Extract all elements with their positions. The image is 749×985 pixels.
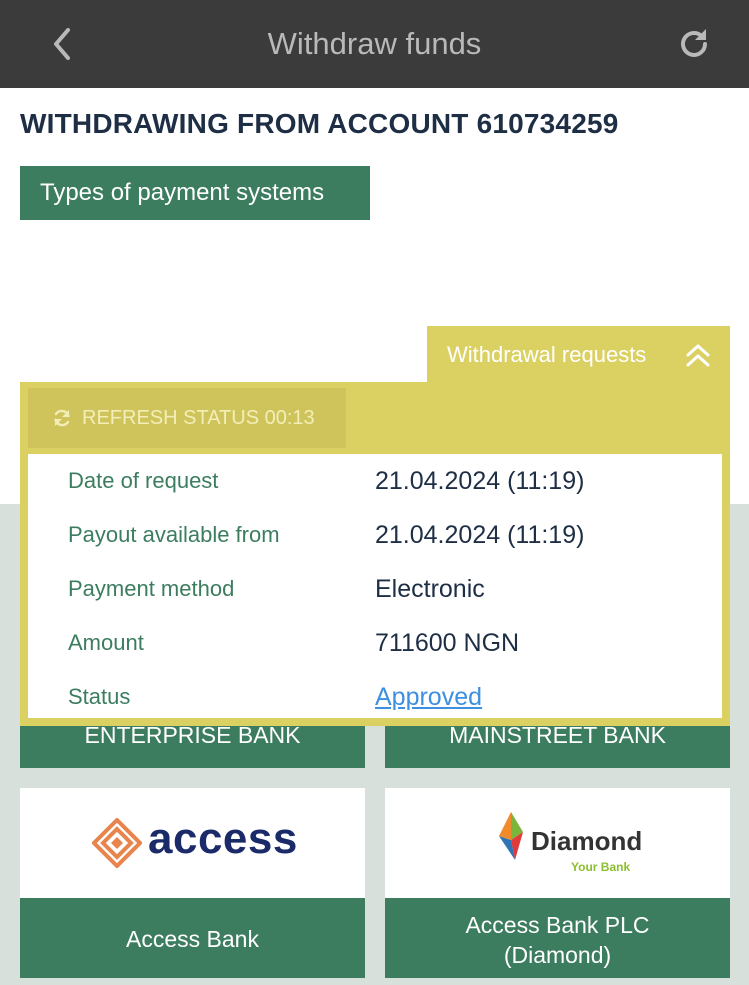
withdrawal-requests-panel: REFRESH STATUS 00:13 Date of request 21.…	[20, 382, 730, 726]
withdrawal-requests-label: Withdrawal requests	[447, 342, 647, 367]
detail-row-payout: Payout available from 21.04.2024 (11:19)	[28, 508, 722, 562]
detail-row-date: Date of request 21.04.2024 (11:19)	[28, 454, 722, 508]
detail-key: Payment method	[68, 576, 235, 601]
withdrawal-requests-tab[interactable]: Withdrawal requests	[427, 326, 730, 384]
diamond-bank-logo: Diamond Your Bank	[385, 788, 730, 898]
detail-value: Electronic	[375, 575, 485, 603]
app-header: Withdraw funds	[0, 0, 749, 88]
refresh-status-label: REFRESH STATUS 00:13	[82, 407, 315, 429]
account-heading: WITHDRAWING FROM ACCOUNT 610734259	[20, 108, 619, 139]
bank-tile-label: Access Bank PLC (Diamond)	[465, 912, 650, 968]
refresh-icon	[54, 409, 70, 427]
bank-tile-diamond[interactable]: Diamond Your Bank Access Bank PLC (Diamo…	[385, 788, 730, 978]
detail-value: 21.04.2024 (11:19)	[375, 467, 585, 495]
double-chevron-up-icon	[686, 344, 710, 367]
access-diamond-logo-icon	[92, 818, 142, 868]
detail-key: Date of request	[68, 468, 219, 493]
detail-key: Amount	[68, 630, 144, 655]
refresh-status-button[interactable]: REFRESH STATUS 00:13	[28, 388, 346, 448]
access-logo-text: access	[148, 814, 298, 863]
access-bank-logo: access	[20, 788, 365, 898]
detail-value: 711600 NGN	[375, 629, 520, 657]
request-details: Date of request 21.04.2024 (11:19) Payou…	[28, 454, 722, 718]
diamond-logo-tagline: Your Bank	[571, 860, 631, 874]
detail-row-method: Payment method Electronic	[28, 562, 722, 616]
refresh-button[interactable]	[672, 22, 716, 66]
detail-key: Payout available from	[68, 522, 280, 547]
payment-system-types-button[interactable]: Types of payment systems	[20, 166, 370, 220]
status-link[interactable]: Approved	[375, 670, 482, 724]
diamond-logo-icon	[499, 812, 523, 860]
bank-tile-label: Access Bank	[126, 926, 259, 952]
bank-tile-enterprise[interactable]: ENTERPRISE BANK	[20, 722, 365, 768]
diamond-logo-text: Diamond	[531, 826, 643, 856]
detail-value: 21.04.2024 (11:19)	[375, 521, 585, 549]
bank-tile-mainstreet[interactable]: MAINSTREET BANK	[385, 722, 730, 768]
detail-row-status: Status Approved	[28, 670, 722, 724]
detail-row-amount: Amount 711600 NGN	[28, 616, 722, 670]
bank-tile-access[interactable]: access Access Bank	[20, 788, 365, 978]
refresh-icon	[681, 29, 707, 57]
detail-key: Status	[68, 684, 131, 709]
page-title: Withdraw funds	[267, 26, 482, 61]
